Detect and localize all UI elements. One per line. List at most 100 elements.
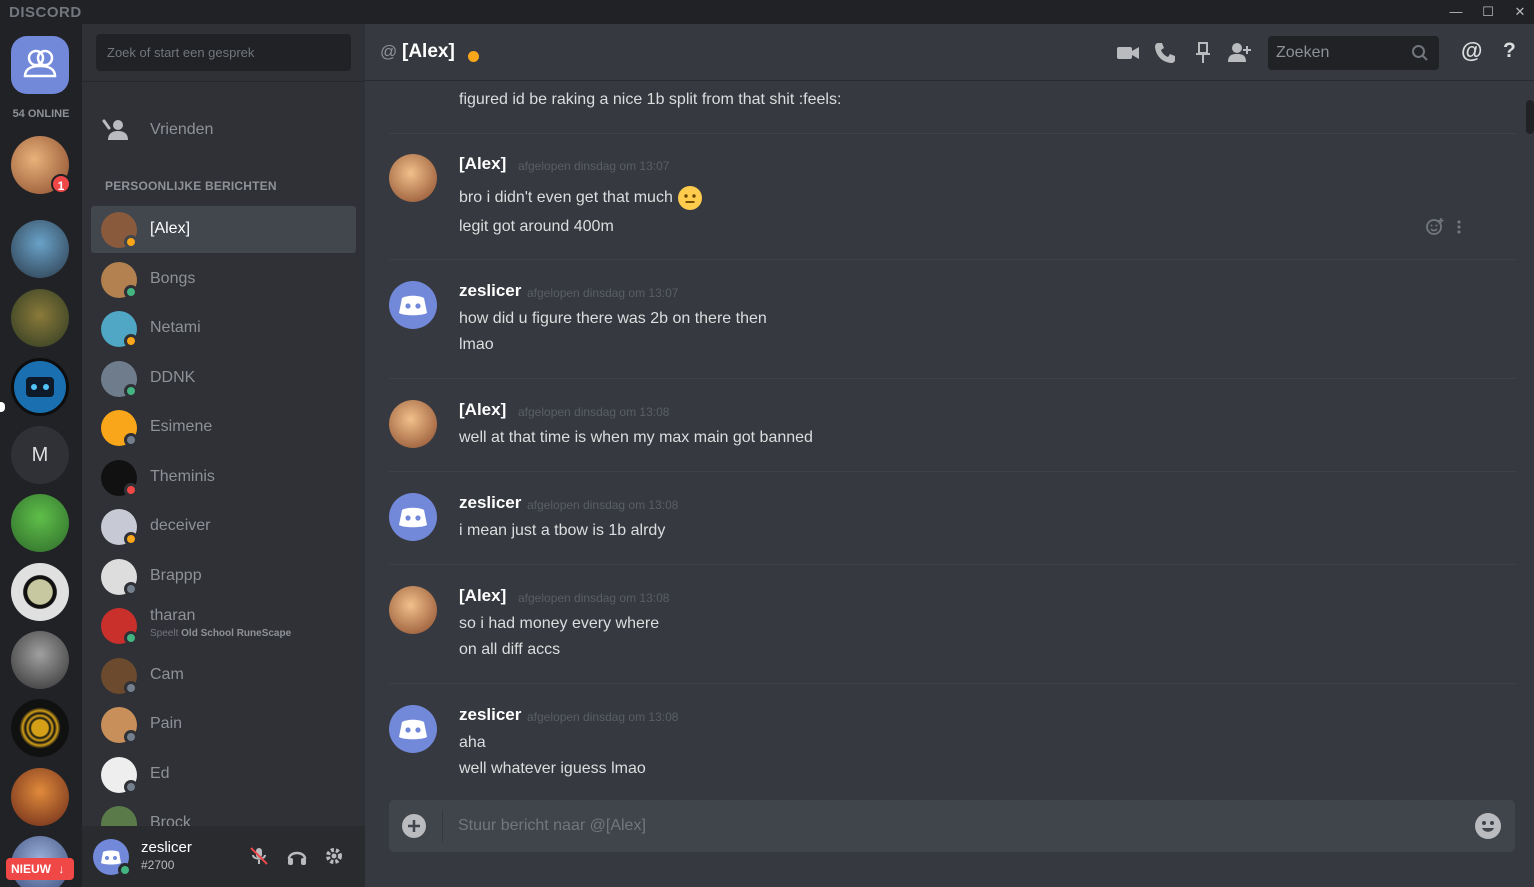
- message-author[interactable]: [Alex]: [459, 400, 506, 420]
- message-text-content: aha: [459, 734, 486, 751]
- dm-item[interactable]: DDNK: [91, 355, 356, 402]
- message-timestamp: afgelopen dinsdag om 13:07: [527, 286, 679, 300]
- message-avatar[interactable]: [389, 154, 437, 202]
- dm-section-title: PERSOONLIJKE BERICHTEN: [105, 179, 277, 193]
- message-avatar[interactable]: [389, 400, 437, 448]
- status-dot: [124, 334, 138, 348]
- dm-name: Cam: [150, 665, 184, 683]
- status-dot: [124, 581, 138, 596]
- message-timestamp: afgelopen dinsdag om 13:08: [527, 498, 679, 512]
- close-button[interactable]: ✕: [1510, 2, 1530, 22]
- scrollbar-thumb[interactable]: [1526, 100, 1534, 134]
- message-timestamp: afgelopen dinsdag om 13:08: [527, 710, 679, 724]
- gear-icon[interactable]: [322, 844, 346, 868]
- dm-item[interactable]: deceiver: [91, 503, 356, 550]
- dm-name: deceiver: [150, 517, 211, 534]
- dm-at-symbol: @: [380, 42, 398, 61]
- server-icon-m[interactable]: M: [11, 426, 69, 484]
- dm-item[interactable]: Netami: [91, 305, 356, 352]
- maximize-button[interactable]: ☐: [1478, 2, 1498, 22]
- message-group: zeslicer afgelopen dinsdag om 13:07 how di…: [389, 281, 1516, 371]
- discord-avatar-icon: [399, 507, 427, 528]
- dm-name: Brock: [150, 814, 191, 826]
- dm-item[interactable]: Ed: [91, 751, 356, 798]
- server-icon[interactable]: [11, 768, 69, 826]
- dm-item[interactable]: Brappp: [91, 553, 356, 600]
- dm-avatar: [101, 806, 137, 826]
- add-friend-icon[interactable]: [1226, 40, 1252, 66]
- message-avatar[interactable]: [389, 586, 437, 634]
- message-avatar[interactable]: [389, 493, 437, 541]
- title-bar: DISCORD — ☐ ✕: [0, 0, 1534, 24]
- dm-name: Bongs: [150, 269, 196, 287]
- server-icon[interactable]: [11, 289, 69, 347]
- activity-game: Old School RuneScape: [181, 628, 292, 639]
- dm-list: [Alex] Bongs Netami DDNK Esimene Theminis dece…: [82, 204, 365, 826]
- message-author[interactable]: zeslicer: [459, 281, 521, 301]
- emoji-picker-icon[interactable]: [1474, 812, 1502, 840]
- message-text: on all diff accs: [459, 641, 560, 659]
- friends-nav-item[interactable]: Vrienden: [92, 108, 355, 152]
- dm-item[interactable]: Theminis: [91, 454, 356, 501]
- message-avatar[interactable]: [389, 281, 437, 329]
- dm-item[interactable]: Brock: [91, 800, 356, 826]
- dm-name: Ed: [150, 764, 170, 782]
- dm-name: Brappp: [150, 566, 202, 584]
- dm-item[interactable]: Esimene: [91, 404, 356, 451]
- message-text-content: i mean just a tbow is 1b alrdy: [459, 522, 666, 539]
- message-author[interactable]: [Alex]: [459, 154, 506, 174]
- message-text: aha: [459, 734, 486, 752]
- dm-item[interactable]: tharan Speelt Old School RuneScape: [91, 602, 356, 649]
- upload-plus-icon[interactable]: [402, 814, 426, 838]
- idle-status-dot: [468, 51, 479, 62]
- mute-microphone-icon[interactable]: [247, 844, 271, 868]
- server-icon[interactable]: [11, 631, 69, 689]
- dm-name: tharan: [150, 607, 196, 624]
- dm-name: [Alex]: [150, 220, 191, 237]
- message-text: how did u figure there was 2b on there t…: [459, 310, 767, 328]
- message-text-content: on all diff accs: [459, 641, 561, 658]
- video-call-icon[interactable]: [1115, 40, 1141, 66]
- message-avatar[interactable]: [389, 705, 437, 753]
- message-text: i mean just a tbow is 1b alrdy: [459, 522, 665, 540]
- dm-search-input[interactable]: [96, 34, 351, 71]
- message-input[interactable]: [449, 811, 1449, 841]
- divider: [82, 81, 365, 82]
- status-dot: [124, 779, 138, 794]
- user-tag: #2700: [141, 858, 175, 872]
- voice-call-icon[interactable]: [1152, 40, 1178, 66]
- new-unread-pill[interactable]: NIEUW ↓: [6, 858, 74, 880]
- message-timestamp: afgelopen dinsdag om 13:08: [518, 591, 670, 605]
- help-button[interactable]: ?: [1503, 39, 1516, 63]
- server-icon[interactable]: [11, 563, 69, 621]
- composer-divider: [442, 810, 443, 842]
- status-dot: [124, 284, 138, 299]
- server-icon[interactable]: [11, 494, 69, 552]
- friends-wave-icon: [102, 119, 128, 140]
- message-text: well at that time is when my max main go…: [459, 429, 813, 447]
- server-icon[interactable]: [11, 699, 69, 757]
- minimize-button[interactable]: —: [1446, 2, 1466, 22]
- new-label: NIEUW: [11, 862, 51, 876]
- server-icon[interactable]: [11, 220, 69, 278]
- message-author[interactable]: [Alex]: [459, 586, 506, 606]
- message-text: lmao: [459, 336, 494, 354]
- home-friends-button[interactable]: [11, 36, 69, 94]
- dm-item[interactable]: Cam: [91, 652, 356, 699]
- pin-icon[interactable]: [1190, 40, 1216, 66]
- dm-name: Theminis: [150, 467, 215, 485]
- dm-item[interactable]: Bongs: [91, 256, 356, 303]
- dm-item[interactable]: [Alex]: [91, 206, 356, 253]
- status-dot: [124, 631, 138, 645]
- mentions-button[interactable]: @: [1461, 38, 1482, 64]
- robot-icon: [26, 377, 54, 397]
- dm-item[interactable]: Pain: [91, 701, 356, 748]
- mention-badge: 1: [51, 174, 71, 194]
- discord-app: DISCORD — ☐ ✕ 54 ONLINE 1 M NIEUW ↓ Zoek…: [0, 0, 1534, 887]
- message-author[interactable]: zeslicer: [459, 705, 521, 725]
- discord-avatar-icon: [399, 295, 427, 316]
- server-icon[interactable]: [11, 358, 69, 416]
- message-text-content: well at that time is when my max main go…: [459, 429, 813, 446]
- message-author[interactable]: zeslicer: [459, 493, 521, 513]
- headphones-icon[interactable]: [285, 844, 309, 868]
